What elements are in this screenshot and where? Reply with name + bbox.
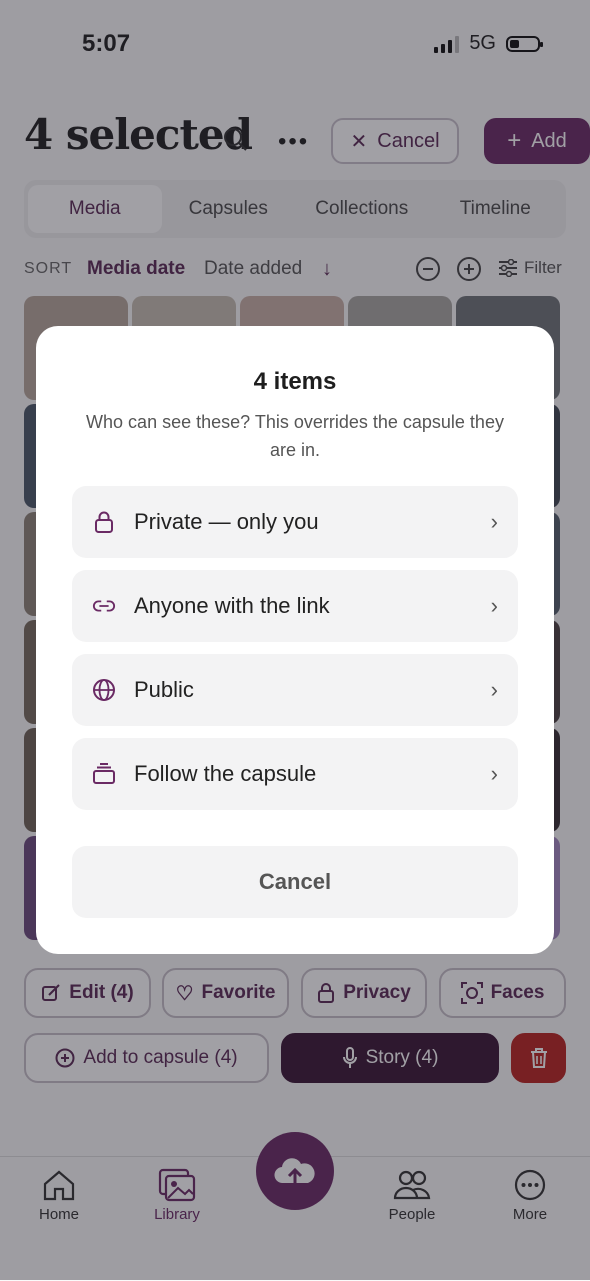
modal-subtitle: Who can see these? This overrides the ca… <box>86 412 504 460</box>
chevron-right-icon: › <box>490 593 498 618</box>
privacy-modal: 4 items Who can see these? This override… <box>36 326 554 954</box>
option-public-label: Public <box>134 677 194 702</box>
globe-icon <box>92 678 116 702</box>
link-icon <box>92 594 116 618</box>
chevron-right-icon: › <box>490 761 498 786</box>
option-private-label: Private — only you <box>134 509 319 534</box>
modal-cancel-button[interactable]: Cancel <box>72 846 518 918</box>
lock-icon <box>92 510 116 534</box>
chevron-right-icon: › <box>490 509 498 534</box>
option-anyone-with-link[interactable]: Anyone with the link › <box>72 570 518 642</box>
option-follow-capsule-label: Follow the capsule <box>134 761 317 786</box>
option-link-label: Anyone with the link <box>134 593 330 618</box>
chevron-right-icon: › <box>490 677 498 702</box>
option-public[interactable]: Public › <box>72 654 518 726</box>
option-follow-capsule[interactable]: Follow the capsule › <box>72 738 518 810</box>
option-private[interactable]: Private — only you › <box>72 486 518 558</box>
stack-icon <box>92 762 116 786</box>
modal-title: 4 items <box>253 368 337 395</box>
